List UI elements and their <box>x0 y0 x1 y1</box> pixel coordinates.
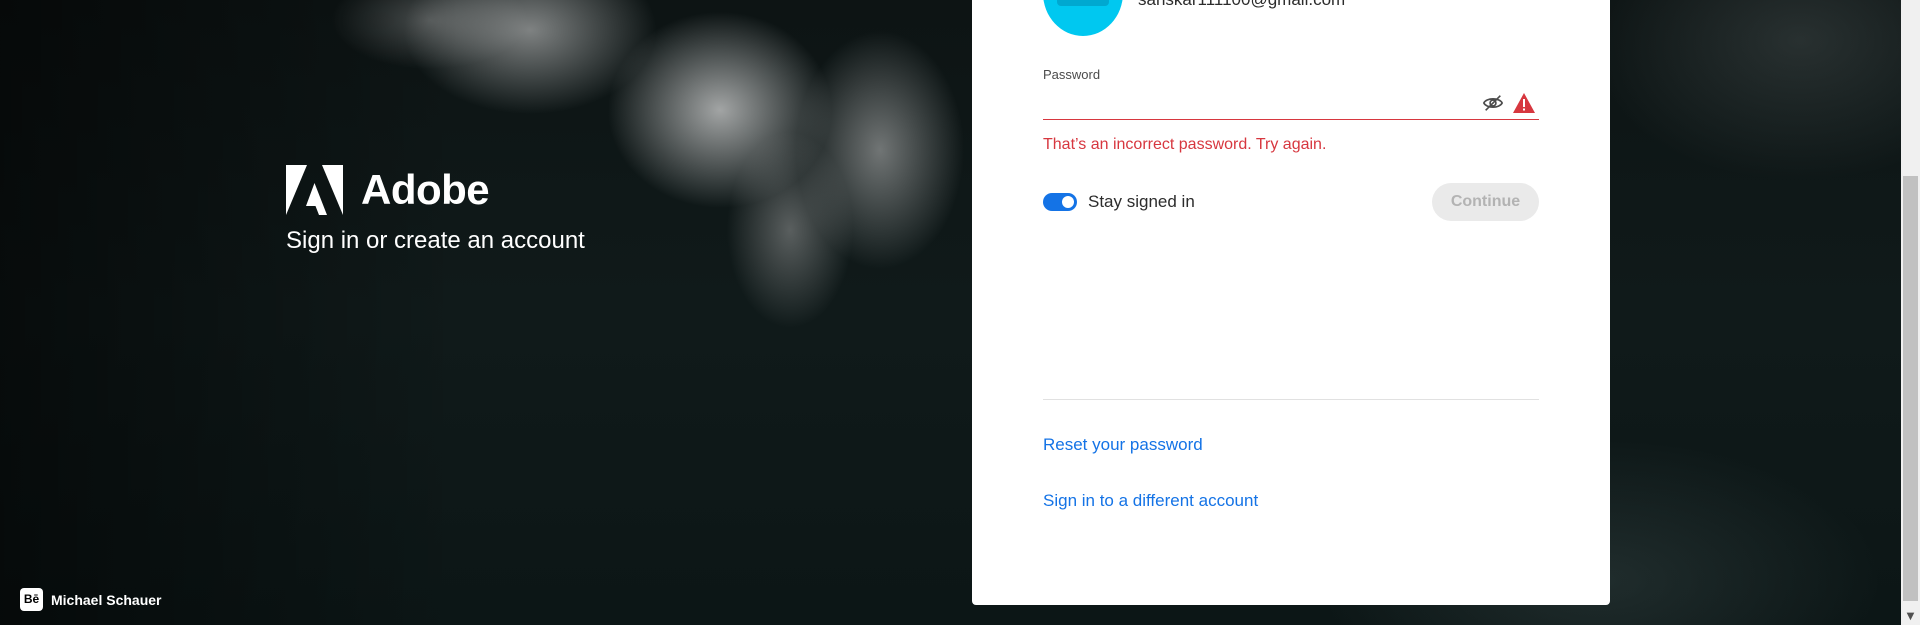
stay-signed-in-toggle[interactable] <box>1043 193 1077 211</box>
brand-name: Adobe <box>361 166 490 213</box>
password-error-message: That’s an incorrect password. Try again. <box>1043 136 1327 153</box>
password-label: Password <box>1043 67 1101 82</box>
page-scrollbar[interactable]: ▼ <box>1901 0 1920 625</box>
divider <box>1043 399 1539 400</box>
scroll-down-arrow-icon[interactable]: ▼ <box>1905 612 1916 622</box>
scrollbar-thumb[interactable] <box>1903 176 1918 601</box>
photographer-name[interactable]: Michael Schauer <box>51 592 162 608</box>
behance-icon: Bē <box>20 588 43 611</box>
password-input[interactable] <box>1043 88 1539 120</box>
brand-block: Adobe <box>286 165 490 215</box>
background-shade <box>0 0 460 625</box>
reset-password-link[interactable]: Reset your password <box>1043 435 1203 455</box>
sign-in-panel: sanskar111100@gmail.com Password That’s … <box>972 0 1610 605</box>
account-email: sanskar111100@gmail.com <box>1138 0 1345 10</box>
stay-signed-in-label: Stay signed in <box>1088 192 1195 211</box>
adobe-logo-icon <box>286 165 343 215</box>
user-avatar <box>1043 0 1123 36</box>
different-account-link[interactable]: Sign in to a different account <box>1043 491 1258 511</box>
tagline: Sign in or create an account <box>286 227 585 254</box>
alert-icon <box>1513 93 1535 113</box>
continue-button[interactable]: Continue <box>1432 183 1539 221</box>
photo-credit[interactable]: Bē Michael Schauer <box>20 588 162 611</box>
eye-off-icon[interactable] <box>1482 92 1504 114</box>
